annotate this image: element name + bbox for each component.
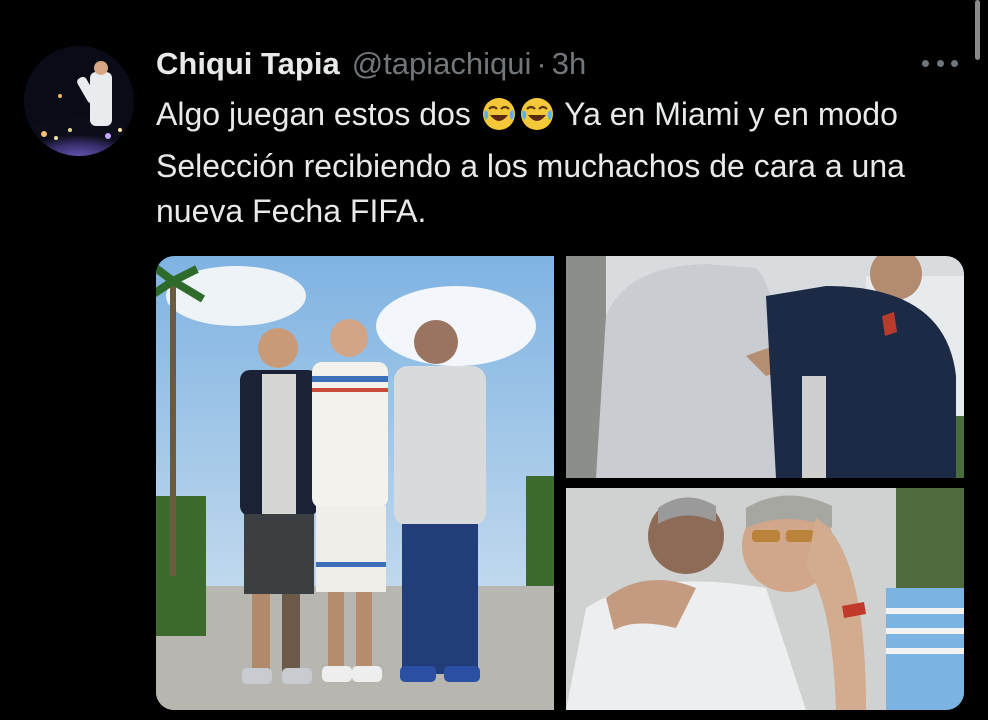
author-handle[interactable]: @tapiachiqui <box>352 46 532 82</box>
more-options-icon[interactable] <box>922 56 958 70</box>
tears-of-joy-emoji-icon <box>482 96 554 144</box>
author-name[interactable]: Chiqui Tapia <box>156 46 340 82</box>
scrollbar[interactable] <box>975 0 980 60</box>
separator-dot: · <box>536 46 547 81</box>
tweet-timestamp[interactable]: 3h <box>552 46 586 82</box>
tweet-text: Algo juegan estos dos Ya en Miami y en m… <box>156 92 976 234</box>
photo-three-men-standing[interactable] <box>156 256 554 710</box>
photo-hug-closeup[interactable] <box>566 488 964 710</box>
media-grid <box>156 256 964 710</box>
tweet-header: Chiqui Tapia @tapiachiqui · 3h <box>156 40 586 88</box>
photo-hug-side-view[interactable] <box>566 256 964 478</box>
avatar[interactable] <box>24 46 134 156</box>
tweet-text-part1: Algo juegan estos dos <box>156 96 480 132</box>
